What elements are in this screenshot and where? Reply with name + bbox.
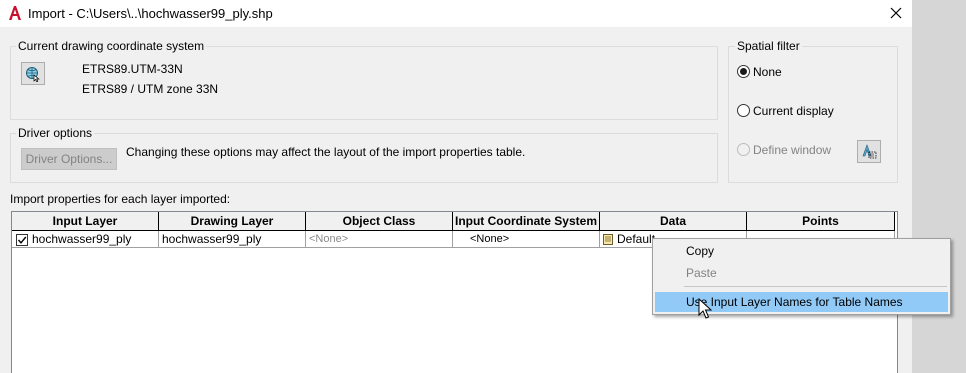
- radio-define-window-circle: [737, 143, 750, 156]
- driver-options-legend: Driver options: [16, 126, 95, 140]
- column-header-points[interactable]: Points: [747, 212, 895, 231]
- radio-current-display-label: Current display: [753, 104, 834, 118]
- spatial-filter-legend: Spatial filter: [735, 39, 802, 53]
- coordinate-system-description: ETRS89 / UTM zone 33N: [82, 82, 219, 96]
- autocad-a-icon: [8, 5, 22, 21]
- define-window-button[interactable]: [857, 140, 881, 163]
- window-title: Import - C:\Users\..\hochwasser99_ply.sh…: [28, 6, 273, 21]
- checkmark-icon: [17, 236, 27, 244]
- row-import-checkbox[interactable]: [16, 234, 28, 246]
- radio-define-window: Define window: [737, 143, 831, 157]
- radio-current-display[interactable]: Current display: [737, 104, 834, 118]
- globe-cursor-icon: [26, 66, 40, 82]
- context-menu-copy[interactable]: Copy: [686, 244, 714, 258]
- close-button[interactable]: [882, 2, 910, 24]
- radio-none-label: None: [753, 65, 782, 79]
- coordinate-system-code: ETRS89.UTM-33N: [82, 62, 183, 76]
- import-table-caption: Import properties for each layer importe…: [10, 192, 231, 206]
- cell-object-class[interactable]: <None>: [306, 231, 453, 248]
- column-header-data[interactable]: Data: [600, 212, 747, 231]
- cell-input-layer[interactable]: hochwasser99_ply: [12, 231, 159, 248]
- cell-input-coordinate-system[interactable]: <None>: [453, 231, 600, 248]
- context-menu-paste: Paste: [686, 266, 717, 280]
- column-header-object-class[interactable]: Object Class: [306, 212, 453, 231]
- column-header-drawing-layer[interactable]: Drawing Layer: [159, 212, 306, 231]
- context-menu-separator: [684, 286, 947, 287]
- coordinate-system-button[interactable]: [21, 62, 45, 85]
- cell-drawing-layer[interactable]: hochwasser99_ply: [159, 231, 306, 248]
- radio-define-window-label: Define window: [753, 143, 832, 157]
- coordinate-system-legend: Current drawing coordinate system: [16, 39, 207, 53]
- select-window-icon: [862, 143, 877, 158]
- close-icon: [890, 7, 902, 19]
- driver-options-note: Changing these options may affect the la…: [126, 145, 526, 159]
- radio-none-circle[interactable]: [737, 65, 750, 78]
- data-table-icon: [603, 234, 613, 245]
- column-header-input-coordinate-system[interactable]: Input Coordinate System: [453, 212, 600, 231]
- radio-current-display-circle[interactable]: [737, 104, 750, 117]
- radio-none[interactable]: None: [737, 65, 782, 79]
- column-header-input-layer[interactable]: Input Layer: [12, 212, 159, 231]
- background-window-edge: [912, 0, 966, 373]
- driver-options-button[interactable]: Driver Options...: [21, 148, 117, 170]
- mouse-cursor-icon: [698, 297, 713, 320]
- context-menu-use-input-layer-names[interactable]: Use Input Layer Names for Table Names: [686, 295, 903, 309]
